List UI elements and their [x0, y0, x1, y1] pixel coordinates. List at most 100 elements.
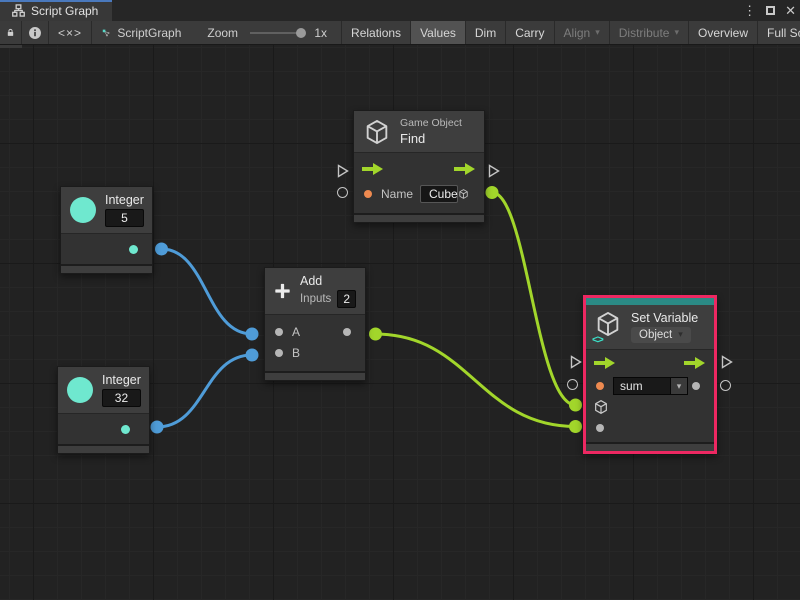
find-name-port-circle[interactable]	[337, 187, 348, 198]
integer-icon	[70, 197, 96, 223]
setvariable-flow-out-triangle[interactable]	[720, 355, 734, 369]
port-a-label: A	[292, 325, 300, 339]
toolbar-button-full-screen[interactable]: Full Screen	[758, 21, 800, 44]
node-integer-b[interactable]: Integer 32	[57, 366, 150, 454]
node-body: A B	[265, 314, 365, 371]
setvariable-flow-in-triangle[interactable]	[569, 355, 583, 369]
wire-integer-b-to-add-b-endpoint[interactable]	[151, 421, 164, 434]
toolbar-button-overview[interactable]: Overview	[689, 21, 758, 44]
graph-name-label: ScriptGraph	[117, 26, 181, 40]
tab-focus-accent	[0, 0, 112, 2]
toolbar-button-distribute[interactable]: Distribute ▾	[610, 21, 689, 44]
variable-name-dropdown[interactable]: sum ▾	[613, 377, 688, 395]
node-header[interactable]: Integer 32	[58, 367, 149, 413]
graph-canvas[interactable]: Integer 5 Integer 32	[0, 45, 800, 600]
code-preview-button[interactable]: <×>	[49, 21, 92, 44]
toolbar-button-align[interactable]: Align ▾	[555, 21, 610, 44]
node-body: sum ▾	[586, 349, 714, 442]
find-flow-in-triangle[interactable]	[336, 164, 350, 178]
name-value-field[interactable]: Cube	[420, 185, 458, 203]
name-label: Name	[381, 187, 413, 201]
chevron-down-icon: ▾	[595, 27, 600, 38]
flow-in-port[interactable]	[594, 357, 616, 369]
input-port-new-value[interactable]	[596, 424, 604, 432]
node-footer	[58, 444, 149, 453]
node-body	[61, 233, 152, 264]
find-flow-out-triangle[interactable]	[487, 164, 501, 178]
wire-integer-a-to-add-a-endpoint[interactable]	[246, 328, 259, 341]
window-menu-icon[interactable]: ⋮	[743, 4, 756, 17]
game-object-icon	[363, 118, 391, 146]
flow-out-port[interactable]	[684, 357, 706, 369]
wire-add-to-setvariable-value-endpoint[interactable]	[569, 420, 582, 433]
window-titlebar: Script Graph ⋮ ✕	[0, 0, 800, 21]
input-port-variable-name[interactable]	[596, 382, 604, 390]
wire-add-to-setvariable-value[interactable]	[376, 334, 576, 427]
graph-tab-icon	[12, 4, 25, 17]
wire-find-to-setvariable-object-endpoint[interactable]	[569, 399, 582, 412]
wire-integer-a-to-add-a-endpoint[interactable]	[155, 243, 168, 256]
node-title: Integer	[102, 373, 141, 387]
input-port-object[interactable]	[593, 399, 609, 415]
output-port-integer[interactable]	[121, 425, 130, 434]
inputs-count-field[interactable]: 2	[337, 290, 356, 308]
input-port-b[interactable]	[275, 349, 283, 357]
wire-integer-a-to-add-a[interactable]	[162, 249, 253, 334]
script-graph-icon	[102, 26, 110, 40]
node-add[interactable]: Add Inputs 2 A B	[264, 267, 366, 381]
graph-toolbar: <×> ScriptGraph Zoom 1x Relations Values…	[0, 21, 800, 45]
node-header[interactable]: Game Object Find	[354, 111, 484, 152]
toolbar-button-carry[interactable]: Carry	[506, 21, 554, 44]
output-port-game-object[interactable]	[458, 186, 469, 202]
node-category: Game Object	[400, 117, 462, 129]
code-icon: <×>	[58, 26, 82, 40]
flow-out-port[interactable]	[454, 163, 476, 175]
toolbar-button-values[interactable]: Values	[411, 21, 466, 44]
inputs-label: Inputs	[300, 293, 331, 305]
setvariable-value-out-circle[interactable]	[720, 380, 731, 391]
close-icon[interactable]: ✕	[785, 4, 796, 17]
flow-in-port[interactable]	[362, 163, 384, 175]
add-icon	[274, 278, 291, 304]
inspect-button[interactable]	[22, 21, 49, 44]
wire-add-to-setvariable-value-endpoint[interactable]	[369, 328, 382, 341]
wire-find-to-setvariable-object-endpoint[interactable]	[486, 186, 499, 199]
integer-icon	[67, 377, 93, 403]
chevron-down-icon: ▾	[674, 27, 679, 38]
wire-integer-b-to-add-b-endpoint[interactable]	[246, 349, 259, 362]
node-game-object-find[interactable]: Game Object Find Name Cube	[353, 110, 485, 223]
output-port-integer[interactable]	[129, 245, 138, 254]
output-port-value[interactable]	[692, 382, 700, 390]
node-body: Name Cube	[354, 152, 484, 213]
zoom-slider-handle[interactable]	[296, 28, 306, 38]
graph-info-zone: ScriptGraph Zoom 1x	[92, 21, 342, 44]
chevron-down-icon: ▾	[671, 377, 688, 395]
wire-integer-b-to-add-b[interactable]	[157, 355, 252, 427]
toolbar-button-relations[interactable]: Relations	[342, 21, 411, 44]
lock-icon	[6, 26, 15, 39]
input-port-a[interactable]	[275, 328, 283, 336]
variable-scope-dropdown[interactable]: Object ▾	[631, 327, 691, 343]
node-header[interactable]: Integer 5	[61, 187, 152, 233]
node-integer-a[interactable]: Integer 5	[60, 186, 153, 274]
integer-value-field[interactable]: 5	[105, 209, 144, 227]
lock-button[interactable]	[0, 21, 22, 44]
tab-script-graph[interactable]: Script Graph	[0, 0, 112, 21]
node-header[interactable]: Add Inputs 2	[265, 268, 365, 314]
node-header[interactable]: <> Set Variable Object ▾	[586, 305, 714, 349]
node-title: Find	[400, 131, 462, 146]
integer-value-field[interactable]: 32	[102, 389, 141, 407]
tab-title: Script Graph	[31, 4, 98, 18]
variable-badge-icon: <>	[591, 334, 604, 346]
wire-find-to-setvariable-object[interactable]	[492, 193, 576, 406]
node-footer	[354, 213, 484, 222]
maximize-icon[interactable]	[766, 6, 775, 15]
output-port-sum[interactable]	[343, 328, 351, 336]
input-port-name[interactable]	[364, 190, 372, 198]
setvariable-name-port-circle[interactable]	[567, 379, 578, 390]
toolbar-button-dim[interactable]: Dim	[466, 21, 506, 44]
zoom-slider[interactable]	[250, 32, 302, 34]
node-set-variable[interactable]: <> Set Variable Object ▾	[583, 295, 717, 454]
zoom-label: Zoom	[207, 26, 238, 40]
zoom-value: 1x	[314, 26, 327, 40]
